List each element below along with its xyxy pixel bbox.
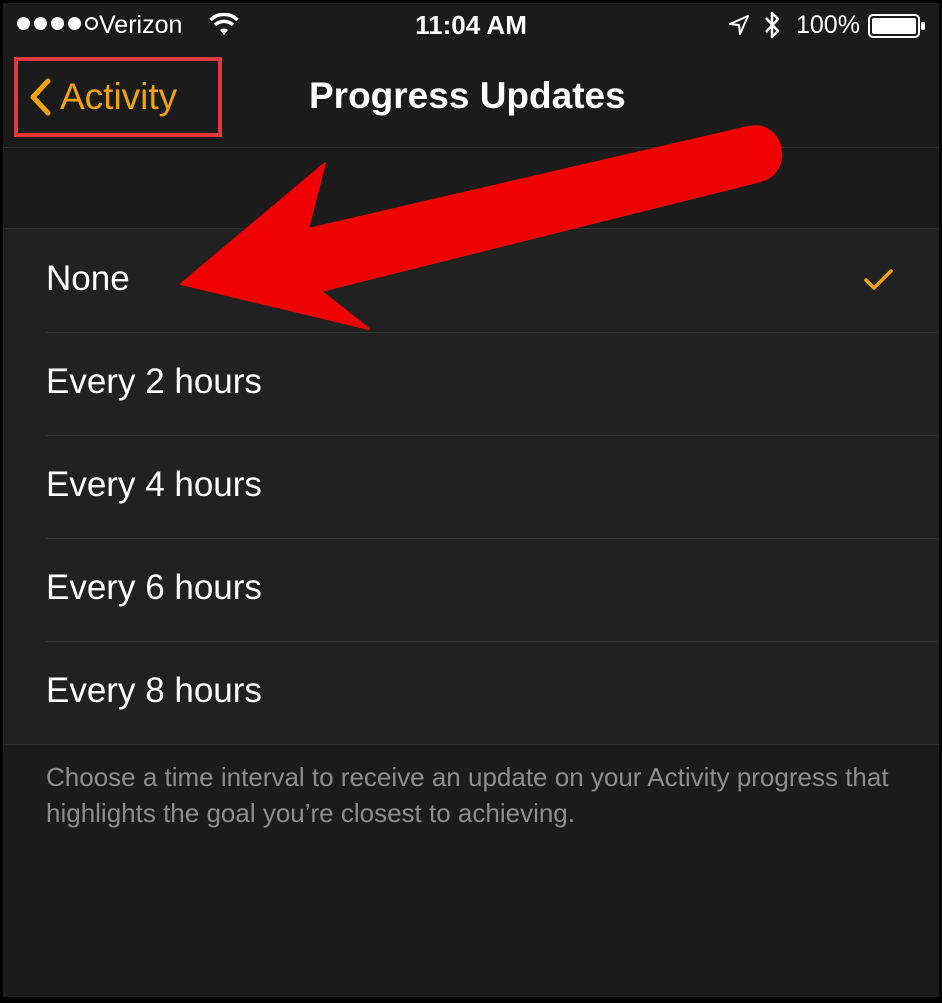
option-label: Every 8 hours <box>46 671 262 710</box>
back-button[interactable]: Activity <box>14 57 222 137</box>
option-every-4-hours[interactable]: Every 4 hours <box>3 435 939 538</box>
option-none[interactable]: None <box>3 229 939 332</box>
status-bar: Verizon 11:04 AM 100% <box>3 3 939 49</box>
option-label: None <box>46 259 130 298</box>
option-label: Every 6 hours <box>46 568 262 607</box>
option-every-2-hours[interactable]: Every 2 hours <box>3 332 939 435</box>
chevron-left-icon <box>30 78 51 116</box>
screen: Verizon 11:04 AM 100% Activity Progress … <box>3 3 939 997</box>
page-title: Progress Updates <box>309 75 626 116</box>
navigation-bar: Activity Progress Updates <box>3 49 939 148</box>
battery-icon <box>868 14 926 45</box>
back-button-label: Activity <box>60 76 178 117</box>
option-label: Every 4 hours <box>46 465 262 504</box>
battery-percentage: 100% <box>796 11 860 39</box>
checkmark-icon <box>863 267 895 298</box>
progress-update-options: None Every 2 hours Every 4 hours Every 6… <box>3 228 939 745</box>
option-every-8-hours[interactable]: Every 8 hours <box>3 641 939 744</box>
location-arrow-icon <box>728 14 750 43</box>
bluetooth-icon <box>763 10 781 47</box>
option-label: Every 2 hours <box>46 362 262 401</box>
option-every-6-hours[interactable]: Every 6 hours <box>3 538 939 641</box>
footer-description: Choose a time interval to receive an upd… <box>46 762 889 828</box>
